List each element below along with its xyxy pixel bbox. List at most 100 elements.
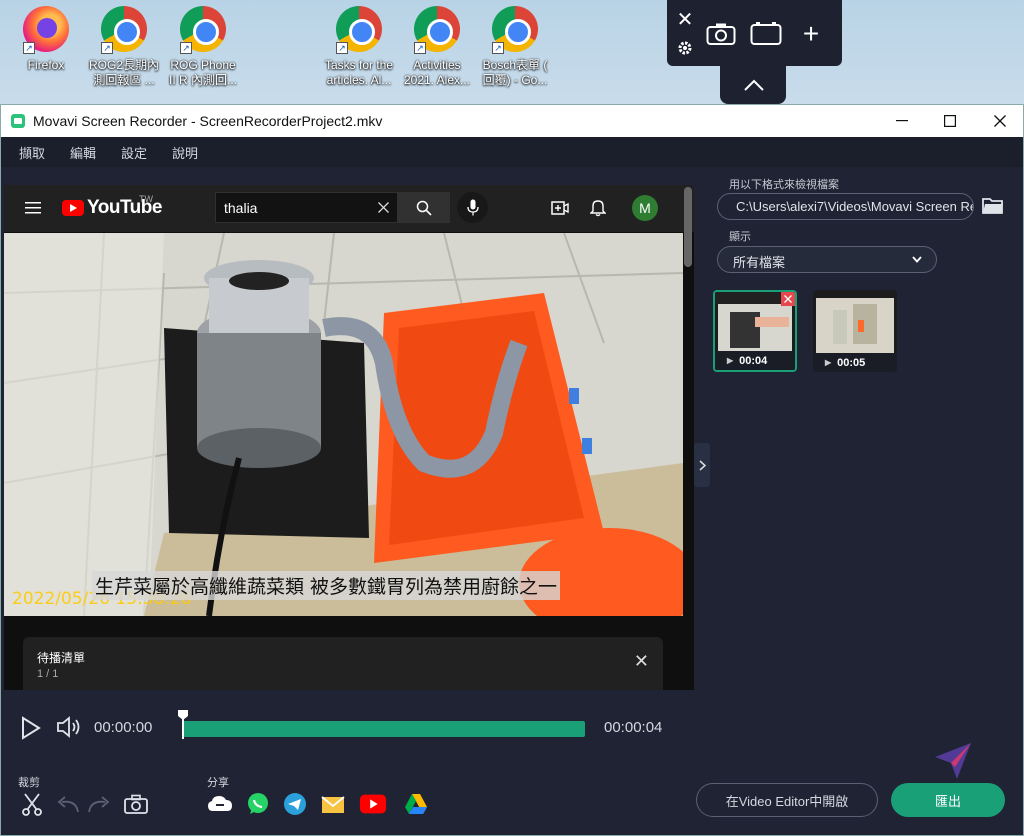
youtube-share-button[interactable]: [359, 790, 387, 818]
menu-settings[interactable]: 設定: [121, 143, 147, 162]
youtube-search-input: thalia: [215, 192, 398, 223]
close-icon: [784, 295, 792, 303]
open-in-video-editor-button[interactable]: 在Video Editor中開啟: [696, 783, 878, 817]
expand-panel-button[interactable]: [694, 443, 710, 487]
play-icon: ▶: [825, 358, 832, 367]
desktop-icon-chrome-shortcut[interactable]: ↗ Tasks for the articles. Al...: [321, 6, 397, 88]
plus-icon[interactable]: +: [799, 18, 823, 50]
close-button[interactable]: [977, 105, 1023, 137]
google-drive-button[interactable]: [402, 790, 430, 818]
thumbnail-duration: 00:04: [739, 354, 768, 367]
redo-icon: [88, 796, 110, 813]
menu-capture[interactable]: 擷取: [19, 143, 45, 162]
google-drive-icon: [405, 794, 427, 814]
capture-toolbar-collapse[interactable]: [720, 64, 786, 104]
view-format-label: 用以下格式來檢視檔案: [729, 179, 839, 191]
open-folder-button[interactable]: [982, 196, 1004, 219]
recording-thumbnail[interactable]: ▶ 00:04: [713, 290, 797, 372]
clear-search-icon: [378, 202, 389, 213]
save-path-field[interactable]: C:\Users\alexi7\Videos\Movavi Screen Rec…: [717, 193, 974, 220]
gear-icon[interactable]: [675, 38, 695, 58]
thumbnail-duration-bar: ▶ 00:05: [813, 353, 897, 372]
folder-icon: [982, 198, 1003, 214]
shortcut-arrow-icon: ↗: [101, 42, 113, 54]
youtube-search-button: [398, 192, 450, 223]
whatsapp-button[interactable]: [244, 790, 272, 818]
desktop-icon-chrome-shortcut[interactable]: ↗ ROG2長期內 測回報區 ...: [86, 6, 162, 88]
notification-bell-icon: [590, 200, 606, 217]
file-filter-select[interactable]: 所有檔案: [717, 246, 937, 273]
desktop-icon-chrome-shortcut[interactable]: ↗ Bosch表單 ( 回覆) - Go...: [477, 6, 553, 88]
playlist-count: 1 / 1: [37, 668, 59, 680]
desktop-icon-label: Activities 2021. Alex...: [403, 58, 471, 87]
current-time: 00:00:00: [94, 719, 153, 736]
close-icon: [994, 115, 1006, 127]
redo-button[interactable]: [85, 790, 113, 818]
shortcut-arrow-icon: ↗: [414, 42, 426, 54]
export-button[interactable]: 匯出: [891, 783, 1005, 817]
recording-thumbnail[interactable]: ▶ 00:05: [813, 290, 897, 372]
chrome-icon: ↗: [336, 6, 382, 54]
thumbnail-duration: 00:05: [837, 356, 866, 369]
thumbnail-duration-bar: ▶ 00:04: [715, 351, 795, 370]
volume-button[interactable]: [56, 715, 82, 744]
video-frame: 2022/05/26 15:38:26 生芹菜屬於高纖維蔬菜類 被多數鐵胃列為禁…: [4, 233, 683, 616]
youtube-logo-icon: [62, 200, 84, 216]
window-title: Movavi Screen Recorder - ScreenRecorderP…: [33, 113, 383, 129]
maximize-button[interactable]: [927, 105, 973, 137]
preview-scrollbar: [684, 187, 692, 267]
youtube-header: YouTube TW thalia M: [4, 185, 694, 232]
avatar: M: [632, 195, 658, 221]
whatsapp-icon: [248, 793, 268, 814]
minimize-icon: [896, 120, 908, 122]
recording-preview[interactable]: YouTube TW thalia M 2022/05/26 生芹菜屬於高纖維蔬…: [4, 185, 694, 690]
cloud-link-icon: [208, 796, 232, 811]
playhead-handle[interactable]: [177, 709, 189, 739]
play-button[interactable]: [21, 716, 41, 745]
playlist-panel: 待播清單 1 / 1 ✕: [23, 637, 663, 690]
playlist-title: 待播清單: [37, 651, 86, 665]
app-logo-icon: [11, 114, 25, 128]
title-bar: Movavi Screen Recorder - ScreenRecorderP…: [1, 105, 1023, 137]
create-video-icon: [551, 201, 569, 215]
youtube-icon: [359, 794, 387, 814]
chrome-icon: ↗: [414, 6, 460, 54]
menu-edit[interactable]: 編輯: [70, 143, 96, 162]
scissors-button[interactable]: [18, 790, 46, 818]
search-icon: [416, 200, 432, 216]
play-icon: ▶: [727, 356, 734, 365]
desktop-icon-chrome-shortcut[interactable]: ↗ ROG Phone II R 內測回...: [165, 6, 241, 88]
delete-recording-button[interactable]: [781, 292, 795, 306]
chrome-icon: ↗: [180, 6, 226, 54]
play-icon: [22, 716, 41, 740]
desktop-icon-chrome-shortcut[interactable]: ↗ Activities 2021. Alex...: [399, 6, 475, 88]
speaker-icon: [57, 716, 80, 738]
telegram-button[interactable]: [281, 790, 309, 818]
camera-icon: [124, 794, 148, 814]
undo-button[interactable]: [54, 790, 82, 818]
camera-icon[interactable]: [705, 18, 737, 50]
chrome-icon: ↗: [492, 6, 538, 54]
shortcut-arrow-icon: ↗: [336, 42, 348, 54]
share-cloud-button[interactable]: [206, 790, 234, 818]
email-button[interactable]: [319, 790, 347, 818]
snapshot-button[interactable]: [122, 790, 150, 818]
video-camera-icon[interactable]: [749, 18, 783, 50]
microphone-icon: [466, 199, 479, 216]
chrome-icon: ↗: [101, 6, 147, 54]
close-icon[interactable]: ✕: [675, 9, 695, 31]
desktop-icon-label: Bosch表單 ( 回覆) - Go...: [482, 58, 548, 87]
maximize-icon: [944, 115, 956, 127]
mail-icon: [321, 796, 345, 813]
chevron-down-icon: [912, 256, 922, 263]
menu-help[interactable]: 說明: [172, 143, 198, 162]
share-label: 分享: [207, 777, 229, 789]
desktop-icon-label: Tasks for the articles. Al...: [324, 58, 394, 87]
minimize-button[interactable]: [879, 105, 925, 137]
total-time: 00:00:04: [604, 719, 663, 736]
timeline-track[interactable]: [183, 721, 585, 737]
desktop-icon-firefox[interactable]: ↗ Firefox: [8, 6, 84, 73]
close-icon: ✕: [633, 651, 649, 671]
chevron-up-icon: [744, 79, 764, 91]
chevron-right-icon: [698, 459, 706, 471]
